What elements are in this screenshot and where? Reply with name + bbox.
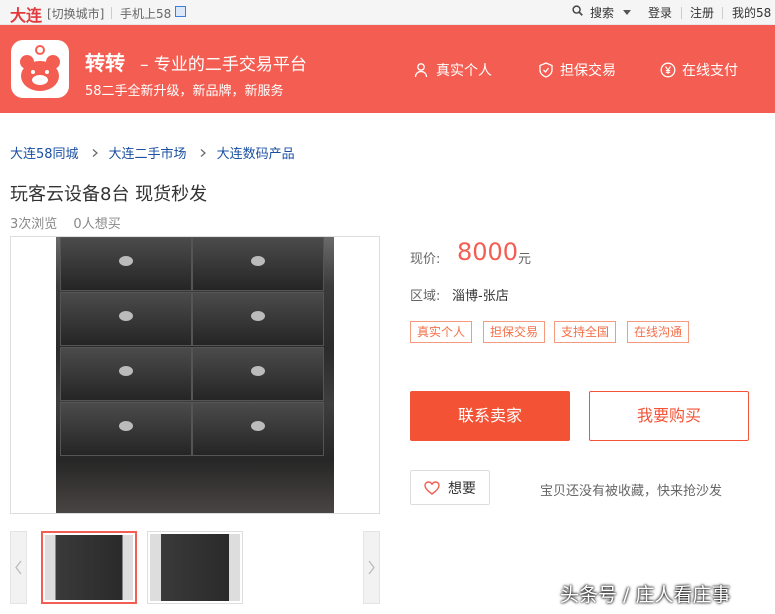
price-unit: 元 — [518, 252, 532, 267]
feature-real-person: 真实个人 — [414, 60, 492, 80]
feature-label: 担保交易 — [560, 63, 616, 79]
tag-real-person: 真实个人 — [410, 321, 473, 343]
feature-label: 在线支付 — [682, 63, 738, 79]
want-button[interactable]: 想要 — [410, 470, 490, 505]
product-box — [192, 402, 324, 456]
switch-city-link[interactable]: [切换城市] — [47, 5, 104, 22]
box-logo — [119, 256, 133, 266]
thumbnail-prev-button[interactable] — [10, 531, 27, 604]
brand-name: 转转 — [85, 51, 125, 75]
divider — [111, 7, 112, 19]
area-value: 淄博-张店 — [452, 289, 509, 304]
chevron-right-icon — [368, 560, 375, 575]
want-count: 0人想买 — [73, 217, 121, 232]
listing-stats: 3次浏览 0人想买 — [10, 213, 133, 232]
mobile-link[interactable]: 手机上58 — [120, 5, 171, 22]
box-logo — [251, 311, 265, 321]
feature-guarantee: 担保交易 — [538, 60, 616, 80]
price-label: 现价: — [410, 252, 441, 267]
qr-code-icon[interactable] — [175, 6, 186, 17]
search-menu[interactable]: 搜索 — [590, 4, 614, 21]
tag-online-chat: 在线沟通 — [627, 321, 690, 343]
tag-nationwide: 支持全国 — [554, 321, 617, 343]
view-count: 3次浏览 — [10, 217, 58, 232]
divider — [681, 7, 682, 19]
product-box — [60, 292, 192, 346]
heart-icon — [424, 480, 440, 495]
product-box — [60, 402, 192, 456]
chevron-right-icon — [92, 148, 98, 157]
chevron-left-icon — [15, 560, 22, 575]
zhuanzhuan-logo[interactable] — [11, 40, 69, 98]
box-logo — [251, 366, 265, 376]
main-product-image[interactable] — [10, 236, 380, 514]
thumbnail-2[interactable] — [147, 531, 243, 604]
brand-slogan: – 专业的二手交易平台 — [140, 55, 307, 75]
breadcrumb-link-digital[interactable]: 大连数码产品 — [217, 143, 295, 162]
breadcrumb-link-market[interactable]: 大连二手市场 — [109, 143, 187, 162]
thumbnail-image — [45, 535, 133, 600]
favorite-note: 宝贝还没有被收藏，快来抢沙发 — [540, 484, 723, 499]
breadcrumb-link-city[interactable]: 大连58同城 — [10, 143, 79, 162]
contact-seller-button[interactable]: 联系卖家 — [410, 391, 570, 441]
yuan-coin-icon — [660, 62, 676, 78]
city-name: 大连 — [10, 6, 43, 25]
shield-icon — [539, 62, 553, 78]
product-box — [60, 237, 192, 291]
login-link[interactable]: 登录 — [648, 4, 672, 21]
box-logo — [119, 311, 133, 321]
my58-link[interactable]: 我的58 — [732, 4, 771, 21]
want-button-label: 想要 — [448, 480, 476, 497]
thumbnail-1[interactable] — [41, 531, 137, 604]
register-link[interactable]: 注册 — [690, 4, 714, 21]
bear-logo-icon — [20, 45, 60, 91]
price-value: 8000 — [457, 238, 519, 266]
product-box — [192, 237, 324, 291]
product-box — [192, 292, 324, 346]
box-logo — [251, 421, 265, 431]
divider — [722, 7, 723, 19]
feature-label: 真实个人 — [436, 63, 492, 79]
box-logo — [119, 421, 133, 431]
product-photo — [56, 237, 334, 513]
tag-guarantee: 担保交易 — [483, 321, 546, 343]
header-banner: 转转 – 专业的二手交易平台 58二手全新升级，新品牌，新服务 真实个人 担保交… — [0, 25, 775, 113]
thumbnail-next-button[interactable] — [363, 531, 380, 604]
thumbnail-image — [150, 534, 240, 601]
feature-online-pay: 在线支付 — [660, 60, 738, 80]
chevron-right-icon — [200, 148, 206, 157]
product-box — [60, 347, 192, 401]
area-label: 区域: — [410, 289, 441, 304]
brand-subslogan: 58二手全新升级，新品牌，新服务 — [85, 84, 284, 99]
box-logo — [119, 366, 133, 376]
search-icon[interactable] — [572, 5, 583, 16]
listing-title: 玩客云设备8台 现货秒发 — [10, 184, 208, 205]
person-icon — [414, 63, 428, 78]
buy-now-button[interactable]: 我要购买 — [589, 391, 749, 441]
product-box — [192, 347, 324, 401]
chevron-down-icon[interactable] — [623, 10, 631, 15]
breadcrumb: 大连58同城 大连二手市场 大连数码产品 — [10, 143, 295, 162]
box-logo — [251, 256, 265, 266]
watermark-text: 头条号 / 庄人看庄事 — [560, 584, 731, 606]
top-bar: 大连 [切换城市] 手机上58 搜索 登录 注册 我的58 — [0, 0, 775, 25]
